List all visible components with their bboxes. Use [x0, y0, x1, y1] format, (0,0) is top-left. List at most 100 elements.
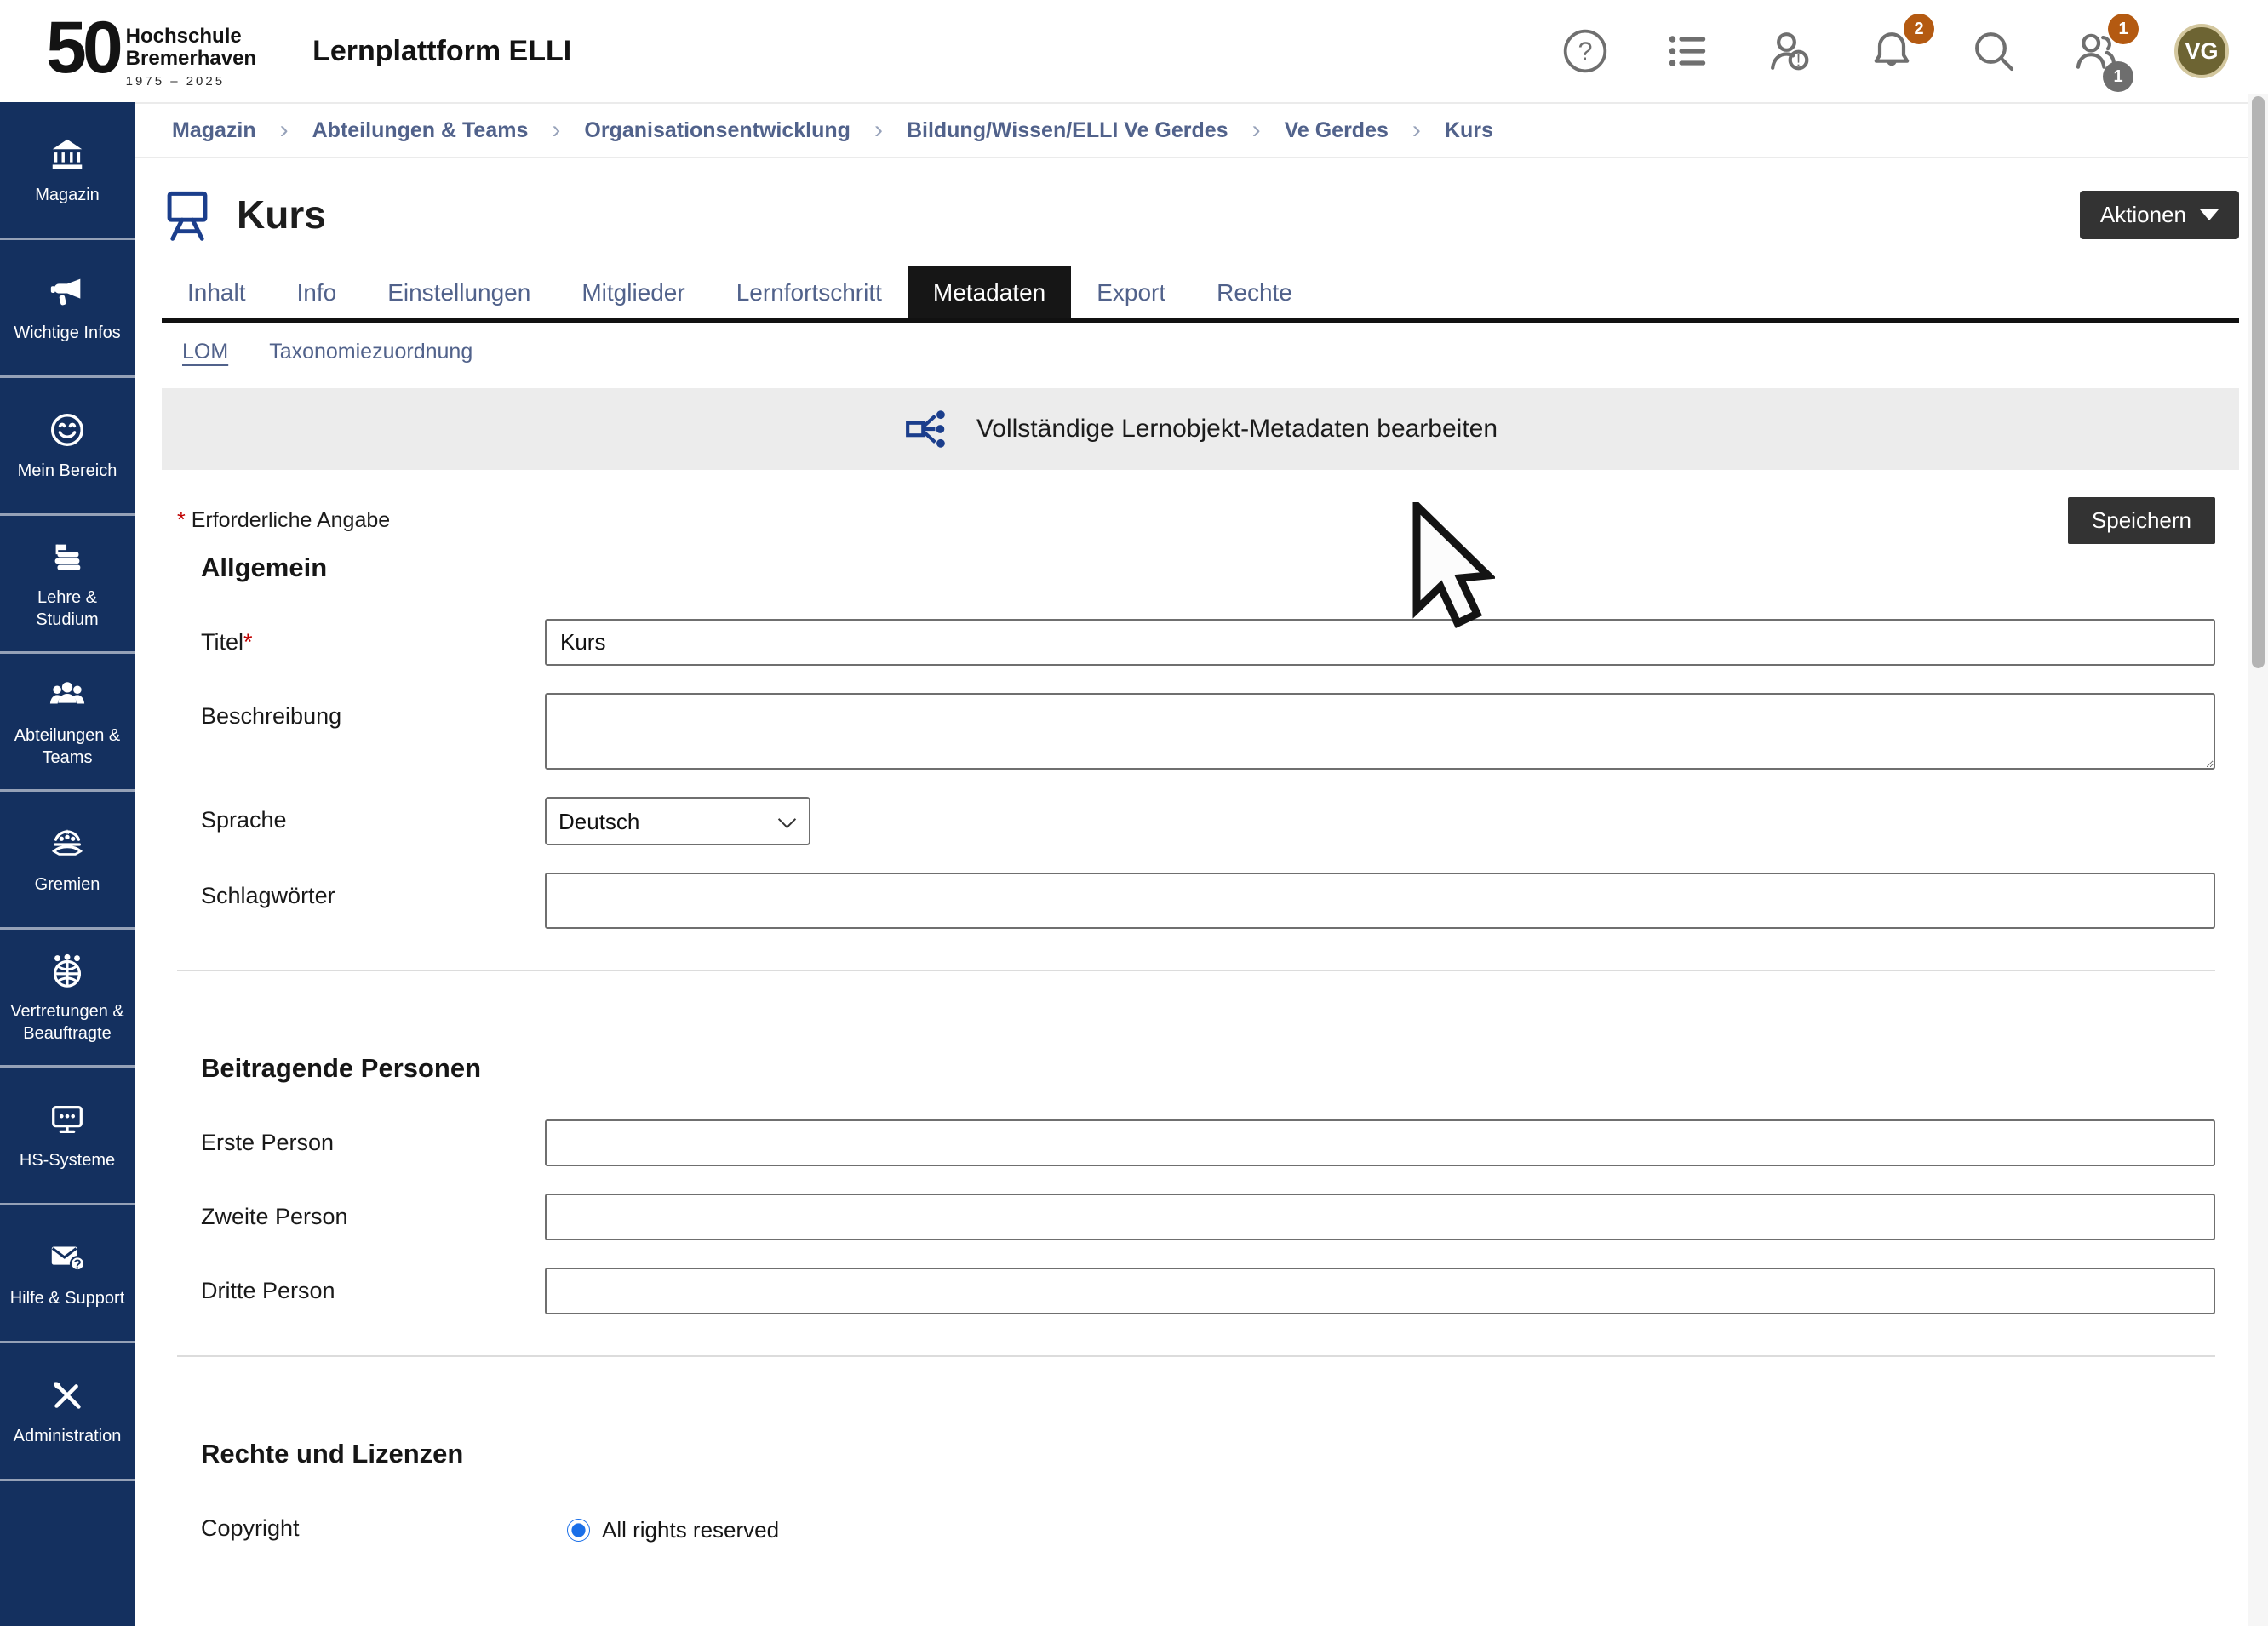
metadata-form: Titel* Beschreibung Sprache Deutsch Schl…	[177, 619, 2215, 1543]
breadcrumb-separator: ›	[874, 116, 883, 145]
actions-button[interactable]: Aktionen	[2080, 191, 2239, 239]
tab-inhalt[interactable]: Inhalt	[162, 266, 272, 318]
breadcrumb-separator: ›	[280, 116, 289, 145]
course-board-icon	[162, 187, 213, 242]
required-note: * Erforderliche Angabe	[177, 508, 390, 533]
logo-years: 1975 – 2025	[126, 74, 256, 89]
sidebar: Magazin Wichtige Infos Mein Bereich Lehr…	[0, 102, 135, 1626]
schlagwoerter-input[interactable]	[545, 873, 2215, 929]
sidebar-item-label: Wichtige Infos	[14, 322, 121, 344]
tab-einstellungen[interactable]: Einstellungen	[362, 266, 556, 318]
sidebar-item-label: Gremien	[35, 873, 100, 896]
logo-50: 50	[46, 14, 119, 83]
contacts-badge-new: 1	[2108, 14, 2139, 44]
breadcrumb-item[interactable]: Magazin	[172, 118, 256, 143]
copyright-radio-all-rights-reserved[interactable]	[567, 1519, 590, 1542]
page-title: Kurs	[237, 192, 326, 238]
subtab-lom[interactable]: LOM	[182, 340, 228, 364]
search-icon[interactable]	[1970, 27, 2018, 75]
contacts-icon[interactable]: 1 1	[2072, 27, 2120, 75]
sidebar-item-mein-bereich[interactable]: Mein Bereich	[0, 378, 135, 516]
sidebar-item-vertretungen[interactable]: Vertretungen & Beauftragte	[0, 930, 135, 1068]
sprache-select-wrap: Deutsch	[545, 797, 810, 845]
svg-text:?: ?	[73, 1257, 81, 1272]
subtab-taxonomiezuordnung[interactable]: Taxonomiezuordnung	[269, 340, 472, 364]
help-icon[interactable]: ?	[1561, 27, 1609, 75]
tab-lernfortschritt[interactable]: Lernfortschritt	[711, 266, 908, 318]
logo-name-line1: Hochschule	[126, 26, 256, 47]
monitor-icon	[48, 1100, 87, 1139]
mail-question-icon: ?	[48, 1238, 87, 1277]
sidebar-item-gremien[interactable]: Gremien	[0, 792, 135, 930]
breadcrumb-item[interactable]: Abteilungen & Teams	[312, 118, 529, 143]
breadcrumb-item[interactable]: Kurs	[1445, 118, 1493, 143]
erste-person-label: Erste Person	[177, 1119, 545, 1156]
breadcrumb-separator: ›	[1412, 116, 1421, 145]
copyright-label: Copyright	[177, 1512, 545, 1542]
tab-export[interactable]: Export	[1071, 266, 1191, 318]
sidebar-item-administration[interactable]: Administration	[0, 1343, 135, 1481]
sidebar-item-hs-systeme[interactable]: HS-Systeme	[0, 1068, 135, 1205]
avatar[interactable]: VG	[2174, 24, 2229, 78]
globe-people-icon	[48, 951, 87, 990]
dritte-person-input[interactable]	[545, 1268, 2215, 1314]
scrollbar-thumb[interactable]	[2252, 96, 2265, 668]
smiley-icon	[48, 410, 87, 449]
sidebar-filler	[0, 1481, 135, 1626]
tab-mitglieder[interactable]: Mitglieder	[556, 266, 710, 318]
svg-text:!: !	[1796, 52, 1801, 71]
save-button[interactable]: Speichern	[2068, 497, 2215, 544]
sidebar-item-label: HS-Systeme	[20, 1149, 115, 1171]
vertical-scrollbar[interactable]	[2248, 94, 2268, 1626]
tab-metadaten[interactable]: Metadaten	[908, 266, 1071, 318]
dritte-person-label: Dritte Person	[177, 1268, 545, 1304]
section-divider	[177, 1355, 2215, 1357]
tab-rechte[interactable]: Rechte	[1191, 266, 1318, 318]
sidebar-item-magazin[interactable]: Magazin	[0, 102, 135, 240]
tools-icon	[48, 1376, 87, 1415]
sidebar-item-label: Hilfe & Support	[10, 1287, 125, 1309]
erste-person-input[interactable]	[545, 1119, 2215, 1166]
section-title-allgemein: Allgemein	[201, 552, 2239, 583]
megaphone-icon	[48, 272, 87, 312]
user-status-icon[interactable]: !	[1766, 27, 1813, 75]
sidebar-item-lehre-studium[interactable]: Lehre & Studium	[0, 516, 135, 654]
titel-required-asterisk: *	[243, 629, 253, 655]
breadcrumb-item[interactable]: Organisationsentwicklung	[584, 118, 850, 143]
books-icon	[48, 537, 87, 576]
breadcrumb-separator: ›	[1252, 116, 1261, 145]
app-title: Lernplattform ELLI	[312, 35, 571, 68]
sidebar-item-label: Administration	[14, 1425, 122, 1447]
breadcrumb-item[interactable]: Ve Gerdes	[1285, 118, 1389, 143]
university-logo[interactable]: 50 Hochschule Bremerhaven 1975 – 2025	[46, 14, 256, 88]
edit-full-metadata-banner[interactable]: Vollständige Lernobjekt-Metadaten bearbe…	[162, 388, 2239, 470]
titel-label: Titel*	[177, 619, 545, 656]
actions-button-label: Aktionen	[2100, 202, 2186, 228]
sprache-label: Sprache	[177, 797, 545, 833]
zweite-person-label: Zweite Person	[177, 1194, 545, 1230]
sprache-select[interactable]: Deutsch	[545, 797, 810, 845]
breadcrumb-item[interactable]: Bildung/Wissen/ELLI Ve Gerdes	[907, 118, 1228, 143]
beschreibung-textarea[interactable]	[545, 693, 2215, 770]
banner-label: Vollständige Lernobjekt-Metadaten bearbe…	[976, 415, 1498, 444]
tab-bar: Inhalt Info Einstellungen Mitglieder Ler…	[162, 266, 2239, 323]
svg-text:?: ?	[1578, 38, 1593, 66]
copyright-radio-group: All rights reserved	[545, 1512, 2215, 1543]
titel-input[interactable]	[545, 619, 2215, 666]
sidebar-item-label: Abteilungen & Teams	[4, 724, 130, 769]
bell-icon[interactable]: 2	[1868, 27, 1916, 75]
section-divider	[177, 970, 2215, 971]
sidebar-item-hilfe-support[interactable]: ? Hilfe & Support	[0, 1205, 135, 1343]
schlagwoerter-label: Schlagwörter	[177, 873, 545, 909]
section-title-rechte: Rechte und Lizenzen	[201, 1439, 2215, 1469]
tab-info[interactable]: Info	[272, 266, 363, 318]
sidebar-item-abteilungen-teams[interactable]: Abteilungen & Teams	[0, 654, 135, 792]
main-area: Magazin › Abteilungen & Teams › Organisa…	[135, 102, 2268, 1626]
sidebar-item-label: Magazin	[35, 184, 100, 206]
copyright-radio-label: All rights reserved	[602, 1517, 779, 1543]
section-title-beitragende: Beitragende Personen	[201, 1053, 2215, 1084]
sidebar-item-wichtige-infos[interactable]: Wichtige Infos	[0, 240, 135, 378]
bullet-list-icon[interactable]	[1664, 27, 1711, 75]
logo-name-line2: Bremerhaven	[126, 48, 256, 69]
zweite-person-input[interactable]	[545, 1194, 2215, 1240]
